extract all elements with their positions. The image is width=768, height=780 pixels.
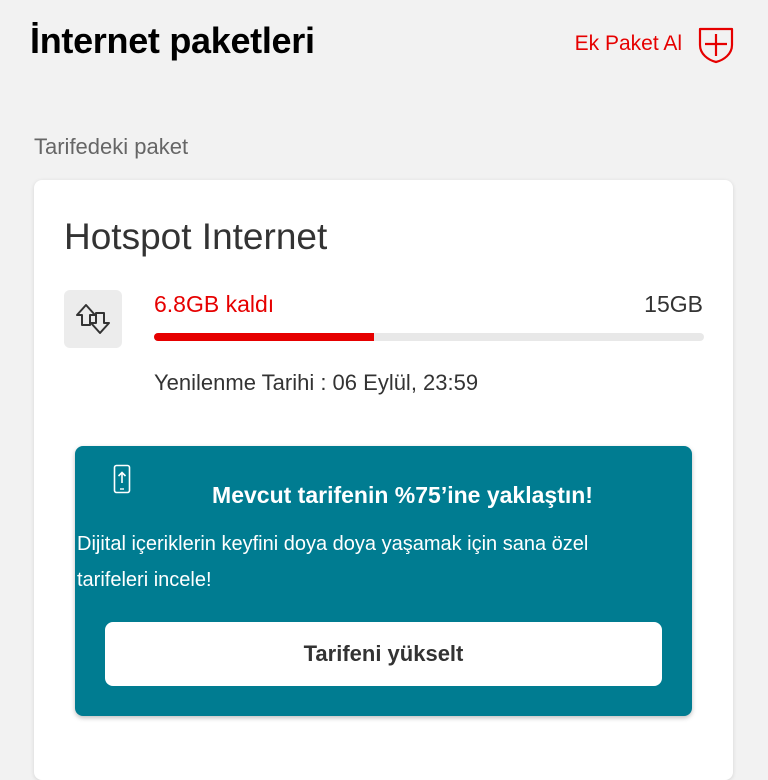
usage-progress-fill	[154, 333, 374, 341]
remaining-data: 6.8GB kaldı	[154, 291, 275, 317]
plus-shield-icon	[698, 27, 734, 64]
total-data: 15GB	[644, 291, 703, 317]
upgrade-tariff-button[interactable]: Tarifeni yükselt	[105, 622, 662, 686]
package-title: Hotspot Internet	[64, 216, 328, 257]
add-package-button[interactable]: Ek Paket Al	[575, 24, 736, 64]
banner-headline: Mevcut tarifenin %75’ine yaklaştın!	[212, 482, 593, 508]
section-label: Tarifedeki paket	[34, 134, 189, 159]
usage-progress-bar	[154, 333, 704, 341]
package-card: Hotspot Internet 6.8GB kaldı 15GB Yenile…	[34, 180, 733, 780]
data-transfer-arrows-icon	[64, 290, 122, 348]
add-package-label: Ek Paket Al	[574, 32, 682, 55]
page-title: İnternet paketleri	[30, 20, 315, 61]
renewal-date: Yenilenme Tarihi : 06 Eylül, 23:59	[154, 370, 479, 395]
banner-description: Dijital içeriklerin keyfini doya doya ya…	[77, 533, 589, 591]
upgrade-banner: Mevcut tarifenin %75’ine yaklaştın! Diji…	[75, 446, 692, 716]
